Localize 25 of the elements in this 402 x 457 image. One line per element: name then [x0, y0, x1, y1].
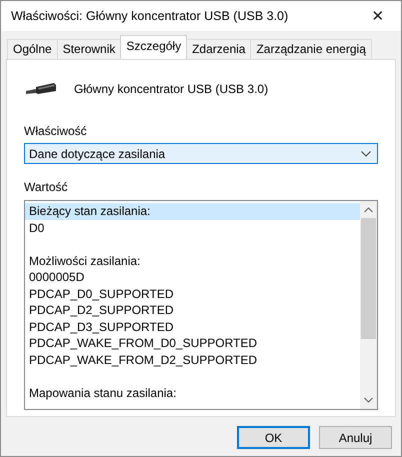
list-item[interactable]: PDCAP_WAKE_FROM_D0_SUPPORTED — [25, 335, 360, 352]
dialog-button[interactable]: Anuluj — [319, 426, 392, 449]
scroll-thumb[interactable] — [361, 218, 376, 339]
scrollbar[interactable] — [360, 201, 377, 409]
tab[interactable]: Zarządzanie energią — [250, 39, 372, 59]
value-label: Wartość — [24, 180, 68, 194]
list-item[interactable]: PDCAP_D3_SUPPORTED — [25, 318, 360, 335]
window-title: Właściwości: Główny koncentrator USB (USB 3.0) — [11, 9, 290, 23]
usb-plug-icon — [26, 82, 56, 96]
tab[interactable]: Ogólne — [7, 39, 58, 59]
property-label: Właściwość — [24, 124, 87, 138]
dialog-button[interactable]: OK — [237, 426, 310, 449]
list-item[interactable]: Możliwości zasilania: — [25, 252, 360, 269]
list-item[interactable]: PDCAP_D2_SUPPORTED — [25, 302, 360, 318]
chevron-down-icon — [361, 150, 371, 156]
close-button[interactable]: ✕ — [355, 1, 401, 31]
list-item[interactable]: 0000005D — [25, 269, 360, 286]
device-name: Główny koncentrator USB (USB 3.0) — [74, 82, 268, 96]
property-dropdown[interactable]: Dane dotyczące zasilania — [24, 143, 378, 164]
tab[interactable]: Szczegóły — [120, 35, 188, 59]
list-item[interactable]: PDCAP_WAKE_FROM_D2_SUPPORTED — [25, 352, 360, 368]
list-item[interactable]: D0 — [25, 220, 360, 236]
list-item[interactable]: PDCAP_D0_SUPPORTED — [25, 286, 360, 302]
list-item[interactable]: Mapowania stanu zasilania: — [25, 384, 360, 401]
list-item[interactable]: Bieżący stan zasilania: — [25, 203, 360, 220]
